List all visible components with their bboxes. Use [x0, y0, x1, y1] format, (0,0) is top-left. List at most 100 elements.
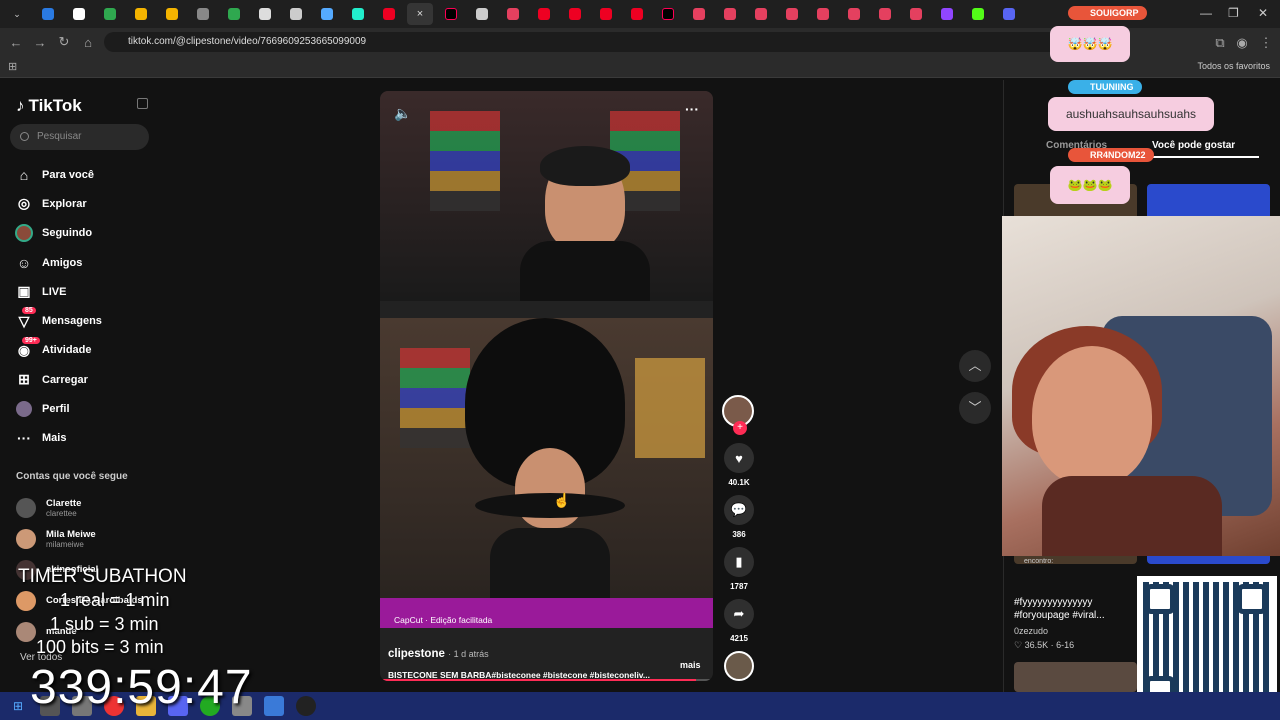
- browser-tab[interactable]: [748, 3, 774, 25]
- thumbnail-caption: encontro:: [1024, 558, 1054, 565]
- browser-tab[interactable]: [35, 3, 61, 25]
- tab-search-button[interactable]: ⌄: [4, 3, 30, 25]
- browser-tab[interactable]: [872, 3, 898, 25]
- share-icon[interactable]: ➦: [724, 599, 754, 629]
- browser-tab[interactable]: [283, 3, 309, 25]
- window-close-icon[interactable]: ✕: [1258, 6, 1268, 20]
- browser-tab[interactable]: [996, 3, 1022, 25]
- collapse-sidebar-icon[interactable]: [137, 98, 148, 109]
- bookmark-icon[interactable]: ▮: [724, 547, 754, 577]
- sidebar-item-carregar[interactable]: ⊞ Carregar: [14, 365, 102, 394]
- browser-menu-icon[interactable]: ⋮: [1254, 35, 1278, 51]
- maximize-icon[interactable]: ❐: [1228, 6, 1239, 20]
- video-thumbnail[interactable]: [1014, 662, 1137, 692]
- browser-tab[interactable]: [190, 3, 216, 25]
- video-actions: + ♥ 40.1K 💬 386 ▮ 1787 ➦ 4215: [722, 395, 756, 681]
- video-author[interactable]: clipestone · 1 d atrás: [388, 648, 489, 660]
- creator-avatar[interactable]: +: [722, 395, 754, 435]
- back-icon[interactable]: ←: [4, 35, 28, 50]
- card-caption[interactable]: #fyyyyyyyyyyyyyy #foryoupage #viral...: [1014, 596, 1134, 622]
- follow-plus-icon[interactable]: +: [733, 421, 747, 435]
- browser-tab[interactable]: [221, 3, 247, 25]
- profile-icon[interactable]: ◉: [1230, 35, 1254, 51]
- following-avatar-icon: [14, 223, 34, 243]
- browser-tab[interactable]: [562, 3, 588, 25]
- volume-icon[interactable]: 🔈: [394, 105, 411, 122]
- reload-icon[interactable]: ↻: [52, 34, 76, 50]
- next-video-chevron-down-icon[interactable]: ﹀: [959, 392, 991, 424]
- tiktok-logo[interactable]: ♪ TikTok: [16, 96, 82, 116]
- browser-tab[interactable]: [252, 3, 278, 25]
- close-tab-icon[interactable]: ×: [417, 8, 423, 20]
- browser-tab[interactable]: [531, 3, 557, 25]
- person-shirt: [490, 528, 610, 598]
- browser-tab[interactable]: [345, 3, 371, 25]
- video-player[interactable]: 🔈 ··· CapCut · Edição facilitada clipest…: [380, 91, 713, 681]
- search-icon: [20, 132, 29, 141]
- browser-tab[interactable]: [717, 3, 743, 25]
- share-action[interactable]: ➦ 4215: [722, 599, 756, 643]
- browser-tab[interactable]: [965, 3, 991, 25]
- sidebar-item-perfil[interactable]: Perfil: [14, 394, 102, 423]
- browser-tab[interactable]: [624, 3, 650, 25]
- sidebar-item-mais[interactable]: ··· Mais: [14, 424, 102, 453]
- person-hair: [540, 146, 630, 186]
- browser-tab[interactable]: [841, 3, 867, 25]
- browser-tab[interactable]: [779, 3, 805, 25]
- taskbar-app-icon[interactable]: [264, 696, 284, 716]
- save-action[interactable]: ▮ 1787: [722, 547, 756, 591]
- sidebar-item-atividade[interactable]: ◉ 99+ Atividade: [14, 336, 102, 365]
- sidebar-item-mensagens[interactable]: ▽ 85 Mensagens: [14, 306, 102, 335]
- heart-icon[interactable]: ♥: [724, 443, 754, 473]
- minimize-icon[interactable]: —: [1200, 6, 1212, 20]
- browser-tab[interactable]: [159, 3, 185, 25]
- sidebar-item-amigos[interactable]: ☺ Amigos: [14, 248, 102, 277]
- previous-video-chevron-up-icon[interactable]: ︿: [959, 350, 991, 382]
- extensions-icon[interactable]: ⧉: [1208, 35, 1232, 51]
- card-author[interactable]: 0zezudo: [1014, 626, 1048, 636]
- browser-tab[interactable]: [97, 3, 123, 25]
- comment-icon[interactable]: 💬: [724, 495, 754, 525]
- browser-tab[interactable]: [314, 3, 340, 25]
- home-browser-icon[interactable]: ⌂: [76, 35, 100, 50]
- comment-action[interactable]: 💬 386: [722, 495, 756, 539]
- account-item[interactable]: Mila Meiwe milameiwe: [16, 523, 143, 554]
- windows-start-icon[interactable]: ⊞: [8, 696, 28, 716]
- sidebar-item-seguindo[interactable]: Seguindo: [14, 219, 102, 248]
- like-action[interactable]: ♥ 40.1K: [722, 443, 756, 487]
- sidebar-item-live[interactable]: ▣ LIVE: [14, 277, 102, 306]
- sidebar-item-label: Atividade: [42, 344, 92, 357]
- shelf-decoration: [430, 111, 500, 211]
- obs-icon[interactable]: [296, 696, 316, 716]
- browser-tab-active[interactable]: ×: [407, 3, 433, 25]
- browser-tab[interactable]: [903, 3, 929, 25]
- browser-tab[interactable]: [593, 3, 619, 25]
- browser-tab[interactable]: [66, 3, 92, 25]
- apps-icon[interactable]: ⊞: [8, 60, 17, 73]
- qr-finder: [1145, 584, 1175, 614]
- browser-tab[interactable]: [438, 3, 464, 25]
- sidebar-item-para-voce[interactable]: ⌂ Para você: [14, 160, 102, 189]
- browser-tab[interactable]: [686, 3, 712, 25]
- account-item[interactable]: Clarette clarettee: [16, 492, 143, 523]
- tab-you-may-like[interactable]: Você pode gostar: [1152, 140, 1235, 151]
- browser-tab[interactable]: [469, 3, 495, 25]
- url-input[interactable]: tiktok.com/@clipestone/video/76696092536…: [104, 32, 1064, 52]
- browser-tab[interactable]: [810, 3, 836, 25]
- forward-icon[interactable]: →: [28, 35, 52, 50]
- browser-tab[interactable]: [500, 3, 526, 25]
- browser-tab[interactable]: [376, 3, 402, 25]
- sound-disc-icon[interactable]: [724, 651, 754, 681]
- video-progress-bar[interactable]: [380, 679, 713, 681]
- sidebar-item-explorar[interactable]: ◎ Explorar: [14, 189, 102, 218]
- author-name[interactable]: clipestone: [388, 648, 445, 660]
- more-caption-link[interactable]: mais: [680, 660, 701, 670]
- browser-tab[interactable]: [934, 3, 960, 25]
- capcut-label[interactable]: CapCut · Edição facilitada: [394, 615, 492, 625]
- browser-tab[interactable]: [655, 3, 681, 25]
- search-input[interactable]: Pesquisar: [10, 124, 149, 150]
- all-bookmarks-link[interactable]: Todos os favoritos: [1197, 61, 1270, 71]
- friends-icon: ☺: [16, 254, 32, 271]
- more-options-icon[interactable]: ···: [685, 101, 699, 117]
- browser-tab[interactable]: [128, 3, 154, 25]
